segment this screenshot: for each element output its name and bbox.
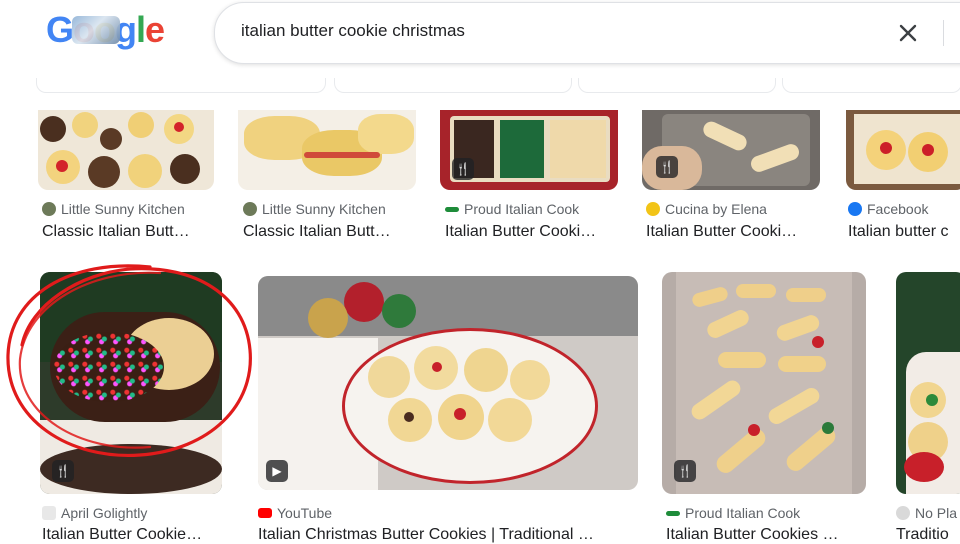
result-title[interactable]: Classic Italian Butt… xyxy=(42,223,222,241)
source-name: No Pla xyxy=(915,505,958,521)
microphone-icon[interactable] xyxy=(953,17,960,47)
result-title[interactable]: Italian Butter Cookies … xyxy=(666,526,862,544)
result-title[interactable]: Italian Butter Cookie… xyxy=(42,526,220,544)
facebook-icon xyxy=(848,202,862,216)
close-icon[interactable] xyxy=(893,18,923,48)
source-name: Facebook xyxy=(867,201,929,217)
result-image[interactable] xyxy=(38,110,214,190)
source-name: Proud Italian Cook xyxy=(685,505,801,521)
site-logo-icon xyxy=(896,506,910,520)
result-image[interactable]: 🍴 xyxy=(440,110,618,190)
utensils-icon: 🍴 xyxy=(674,460,696,482)
pepper-icon xyxy=(666,510,680,516)
result-source[interactable]: Cucina by Elena xyxy=(646,201,767,217)
source-name: Proud Italian Cook xyxy=(464,201,580,217)
search-divider xyxy=(943,20,944,46)
result-source[interactable]: YouTube xyxy=(258,505,332,521)
result-source[interactable]: Little Sunny Kitchen xyxy=(243,201,386,217)
result-title[interactable]: Italian butter c xyxy=(848,223,960,241)
result-source[interactable]: Little Sunny Kitchen xyxy=(42,201,185,217)
result-image[interactable]: ▶ xyxy=(258,276,638,490)
source-name: Cucina by Elena xyxy=(665,201,767,217)
header: Google italian butter cookie christmas xyxy=(0,0,960,78)
result-source[interactable]: Facebook xyxy=(848,201,928,217)
logo-letter: G xyxy=(46,9,74,50)
result-title[interactable]: Traditio xyxy=(896,526,960,544)
source-name: Little Sunny Kitchen xyxy=(61,201,185,217)
result-image[interactable]: 🍴 xyxy=(662,272,866,494)
result-source[interactable]: Proud Italian Cook xyxy=(445,201,579,217)
result-title[interactable]: Italian Christmas Butter Cookies | Tradi… xyxy=(258,526,630,544)
search-input[interactable]: italian butter cookie christmas xyxy=(241,21,465,41)
result-image[interactable]: 🍴 xyxy=(40,272,222,494)
utensils-icon: 🍴 xyxy=(656,156,678,178)
result-image[interactable]: 🍴 xyxy=(642,110,820,190)
utensils-icon: 🍴 xyxy=(452,158,474,180)
result-title[interactable]: Italian Butter Cooki… xyxy=(445,223,625,241)
source-name: Little Sunny Kitchen xyxy=(262,201,386,217)
pot-icon xyxy=(42,202,56,216)
source-name: April Golightly xyxy=(61,505,148,521)
youtube-icon xyxy=(258,508,272,518)
result-source[interactable]: April Golightly xyxy=(42,505,147,521)
result-source[interactable]: No Pla xyxy=(896,505,957,521)
source-name: YouTube xyxy=(277,505,333,521)
result-image[interactable] xyxy=(846,110,960,190)
logo-letter: e xyxy=(145,9,165,50)
pot-icon xyxy=(243,202,257,216)
result-title[interactable]: Classic Italian Butt… xyxy=(243,223,423,241)
logo-letter: l xyxy=(136,9,146,50)
lemon-icon xyxy=(646,202,660,216)
result-title[interactable]: Italian Butter Cooki… xyxy=(646,223,826,241)
result-image[interactable] xyxy=(896,272,960,494)
utensils-icon: 🍴 xyxy=(52,460,74,482)
result-source[interactable]: Proud Italian Cook xyxy=(666,505,800,521)
search-box[interactable]: italian butter cookie christmas xyxy=(214,2,960,64)
play-icon: ▶ xyxy=(266,460,288,482)
site-logo-icon xyxy=(42,506,56,520)
logo-doodle-image xyxy=(72,16,120,44)
pepper-icon xyxy=(445,206,459,212)
result-image[interactable] xyxy=(238,110,416,190)
